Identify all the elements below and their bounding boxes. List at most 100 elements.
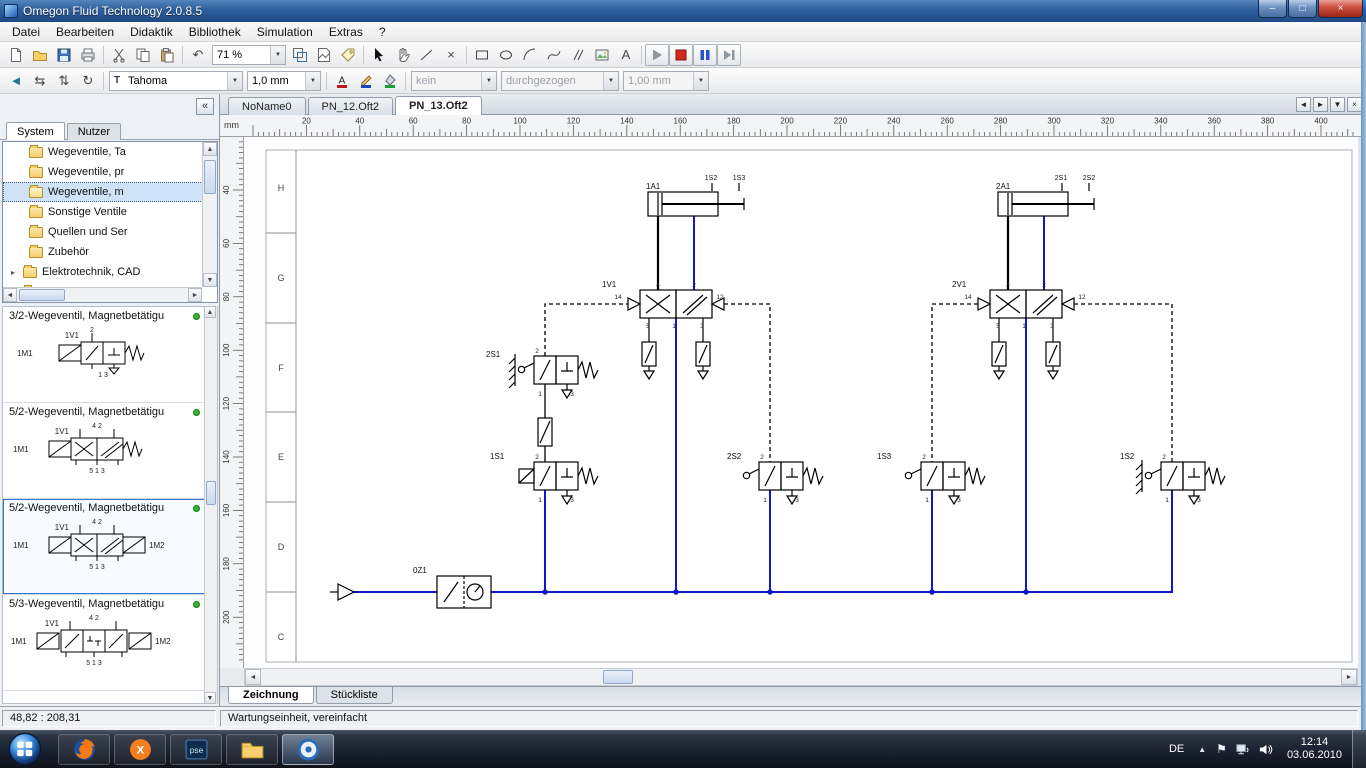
title-bar[interactable]: Omegon Fluid Technology 2.0.8.5 – □ × [0,0,1366,22]
tree-vertical-scrollbar[interactable]: ▲ ▼ [202,142,217,287]
scroll-right-button[interactable]: ► [1341,669,1357,685]
taskbar-xampp-button[interactable]: X [114,734,166,765]
doc-tab-pn13[interactable]: PN_13.Oft2 [395,96,482,115]
scrollbar-thumb[interactable] [19,289,65,301]
component-item-52-valve-impulse[interactable]: 5/2-Wegeventil, Magnetbetätigu 1V1 1M1 1… [3,499,217,595]
scroll-up-button[interactable]: ▲ [204,306,216,318]
page-setup-button[interactable] [312,44,336,66]
menu-datei[interactable]: Datei [4,23,48,41]
tree-item-selected[interactable]: Wegeventile, m [3,182,217,202]
tab-scroll-left-button[interactable]: ◄ [1296,97,1311,112]
dropdown-arrow-icon[interactable]: ▼ [481,72,496,90]
rotate-button[interactable]: ↻ [76,70,100,92]
tree-item[interactable]: Quellen und Ser [3,222,217,242]
line-tool-button[interactable] [415,44,439,66]
arc-tool-button[interactable] [518,44,542,66]
language-indicator[interactable]: DE [1161,743,1192,755]
grid-size-combo[interactable]: 1,0 mm▼ [247,71,321,91]
tab-scroll-right-button[interactable]: ► [1313,97,1328,112]
tab-list-button[interactable]: ▼ [1330,97,1345,112]
simulation-play-button[interactable] [645,44,669,66]
component-list-scrollbar[interactable]: ▲ ▼ [204,306,217,704]
minimize-button[interactable]: – [1258,0,1287,18]
close-button[interactable]: × [1318,0,1363,18]
curve-tool-button[interactable] [542,44,566,66]
taskbar-explorer-button[interactable] [226,734,278,765]
note-button[interactable] [336,44,360,66]
menu-extras[interactable]: Extras [321,23,371,41]
cut-button[interactable] [107,44,131,66]
fill-color-button[interactable] [378,70,402,92]
dropdown-arrow-icon[interactable]: ▼ [227,72,242,90]
dropdown-arrow-icon[interactable]: ▼ [603,72,618,90]
scrollbar-thumb[interactable] [206,481,216,505]
mirror-horizontal-button[interactable]: ⇆ [28,70,52,92]
dropdown-arrow-icon[interactable]: ▼ [305,72,320,90]
scroll-down-button[interactable]: ▼ [203,273,217,287]
tree-item[interactable]: Wegeventile, pr [3,162,217,182]
ellipse-tool-button[interactable] [494,44,518,66]
network-icon[interactable] [1231,742,1254,757]
menu-bibliothek[interactable]: Bibliothek [181,23,249,41]
tree-item[interactable]: Wegeventile, Ta [3,142,217,162]
tab-close-button[interactable]: × [1347,97,1362,112]
tab-system[interactable]: System [6,122,65,140]
polyline-tool-button[interactable] [566,44,590,66]
pan-tool-button[interactable] [391,44,415,66]
menu-simulation[interactable]: Simulation [249,23,321,41]
menu-help[interactable]: ? [371,23,394,41]
taskbar-pse-button[interactable]: pse [170,734,222,765]
scroll-right-button[interactable]: ► [188,288,202,302]
rectangle-tool-button[interactable] [470,44,494,66]
doc-tab-noname0[interactable]: NoName0 [228,97,306,115]
action-center-icon[interactable]: ⚑ [1212,742,1231,756]
scroll-down-button[interactable]: ▼ [204,692,216,704]
component-item-32-valve[interactable]: 3/2-Wegeventil, Magnetbetätigu 1V1 1M1 2… [3,307,217,403]
taskbar-firefox-button[interactable] [58,734,110,765]
service-unit-0Z1[interactable] [437,576,491,608]
component-item-52-valve[interactable]: 5/2-Wegeventil, Magnetbetätigu 1V1 1M1 4… [3,403,217,499]
volume-icon[interactable] [1254,742,1277,757]
line-style-combo[interactable]: durchgezogen▼ [501,71,619,91]
text-tool-button[interactable]: A [614,44,638,66]
fill-style-combo[interactable]: kein▼ [411,71,497,91]
drawing-canvas[interactable]: HGFEDC [244,137,1358,668]
undo-button[interactable]: ↶ [186,44,210,66]
align-button[interactable]: ◄ [4,70,28,92]
font-combo[interactable]: TTahoma▼ [109,71,243,91]
simulation-step-button[interactable] [717,44,741,66]
open-button[interactable] [28,44,52,66]
save-button[interactable] [52,44,76,66]
pneumatic-schematic[interactable]: HGFEDC [244,137,1358,668]
canvas-horizontal-scrollbar[interactable]: ◄ ► [244,668,1358,686]
new-document-button[interactable] [4,44,28,66]
delete-button[interactable]: × [439,44,463,66]
restore-button[interactable]: □ [1288,0,1317,18]
scroll-left-button[interactable]: ◄ [3,288,17,302]
tray-expand-icon[interactable]: ▲ [1192,745,1212,754]
line-width-combo[interactable]: 1,00 mm▼ [623,71,709,91]
line-color-button[interactable] [354,70,378,92]
simulation-pause-button[interactable] [693,44,717,66]
zoom-window-button[interactable] [288,44,312,66]
scroll-left-button[interactable]: ◄ [245,669,261,685]
tree-horizontal-scrollbar[interactable]: ◄ ► [3,287,202,302]
dropdown-arrow-icon[interactable]: ▼ [693,72,708,90]
taskbar-omegon-button[interactable] [282,734,334,765]
tab-stueckliste[interactable]: Stückliste [316,687,393,704]
zoom-level-combo[interactable]: 71 %▼ [212,45,286,65]
image-tool-button[interactable] [590,44,614,66]
tree-item[interactable]: ▸Elektrotechnik, CAD [3,262,217,282]
start-button[interactable] [8,732,42,766]
mirror-vertical-button[interactable]: ⇅ [52,70,76,92]
expander-icon[interactable]: ▸ [11,268,23,277]
print-button[interactable] [76,44,100,66]
show-desktop-button[interactable] [1352,730,1366,768]
simulation-stop-button[interactable] [669,44,693,66]
scroll-up-button[interactable]: ▲ [203,142,217,156]
menu-bearbeiten[interactable]: Bearbeiten [48,23,122,41]
scrollbar-thumb[interactable] [603,670,633,684]
tree-item[interactable]: Sonstige Ventile [3,202,217,222]
paste-button[interactable] [155,44,179,66]
menu-didaktik[interactable]: Didaktik [122,23,181,41]
